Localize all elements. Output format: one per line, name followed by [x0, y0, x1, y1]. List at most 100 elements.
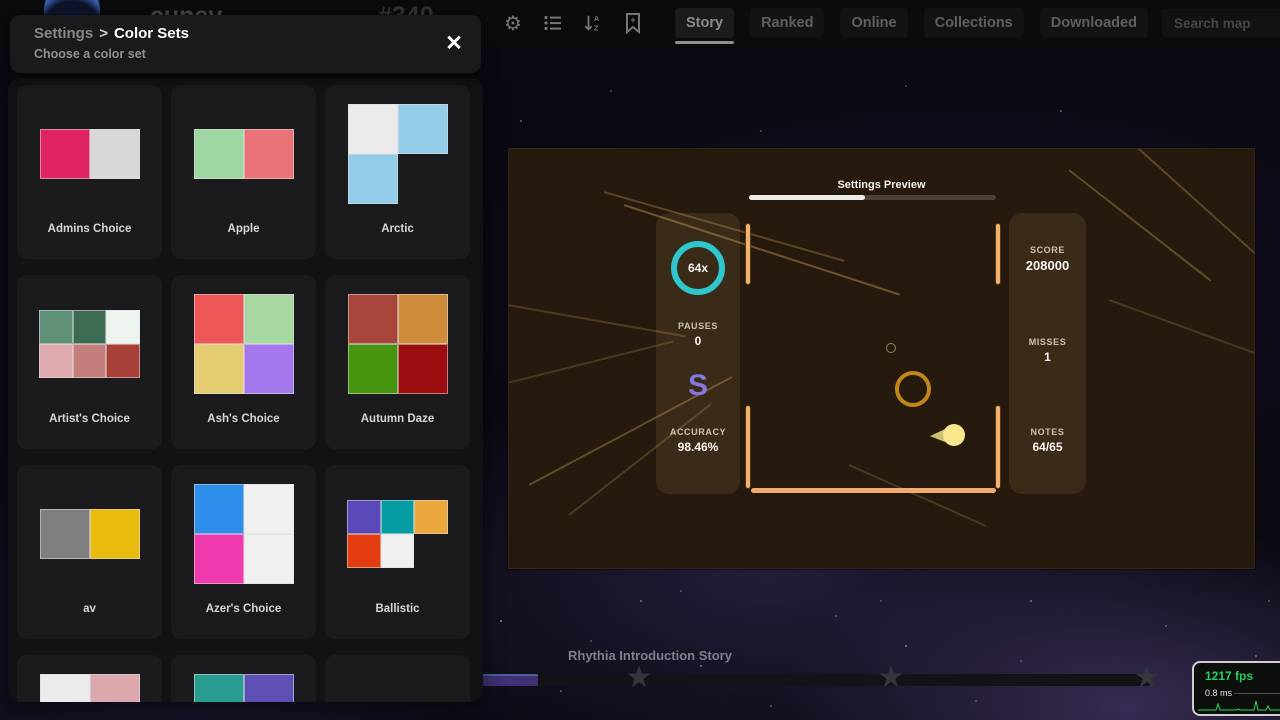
pauses-value: 0 [656, 334, 740, 348]
color-swatch [194, 674, 244, 702]
colorset-card[interactable]: Ash's Choice [171, 275, 316, 449]
color-swatch [244, 294, 294, 344]
breadcrumb-separator: > [99, 25, 108, 42]
color-swatch [73, 310, 106, 344]
color-swatch [244, 534, 294, 584]
color-swatch [348, 104, 398, 154]
settings-gear-icon[interactable]: ⚙ [503, 12, 523, 34]
dialog-header: Settings>Color Sets Choose a color set ✕ [10, 15, 481, 73]
tab-online[interactable]: Online [840, 8, 907, 38]
preview-progress-track [749, 195, 996, 200]
color-swatch [244, 344, 294, 394]
breadcrumb-settings[interactable]: Settings [34, 25, 93, 42]
health-bar-segment [745, 223, 751, 285]
score-label: SCORE [1009, 245, 1086, 255]
color-swatch [244, 129, 294, 179]
preview-progress-fill [749, 195, 865, 200]
colorset-card[interactable]: Artist's Choice [17, 275, 162, 449]
color-swatch [194, 344, 244, 394]
color-sets-dialog: Admins ChoiceApple Arctic Artist's Choice A… [8, 78, 483, 702]
colorset-name: Autumn Daze [325, 413, 470, 425]
color-swatch [39, 344, 72, 378]
color-swatch [414, 500, 447, 534]
app-window: ⚙ AZ + Story Ranked Online Collections Downl… [0, 0, 1280, 720]
swatch-empty [348, 674, 398, 702]
swatch-empty [398, 154, 448, 204]
notes-label: NOTES [1009, 427, 1086, 437]
colorset-card[interactable]: Admins Choice [17, 85, 162, 259]
colorset-card[interactable]: Apple [171, 85, 316, 259]
colorset-name: Artist's Choice [17, 413, 162, 425]
swatch-empty [398, 674, 448, 702]
colorset-grid: Admins ChoiceApple Arctic Artist's Choice A… [8, 78, 483, 702]
tab-story[interactable]: Story [675, 8, 734, 38]
svg-text:A: A [594, 14, 600, 23]
speed-streak [1109, 299, 1255, 369]
svg-text:+: + [630, 15, 635, 25]
bookmark-icon[interactable]: + [623, 12, 643, 34]
breadcrumb-current: Color Sets [114, 25, 189, 42]
swatch-empty [414, 534, 447, 568]
speed-streak [508, 340, 674, 385]
combo-value: 64x [688, 261, 708, 275]
star-icon: ★ [874, 660, 908, 695]
timeline-bar [751, 488, 996, 493]
colorset-card[interactable]: Ballistic [325, 465, 470, 639]
colorset-card[interactable]: Azer's Choice [171, 465, 316, 639]
color-swatch [40, 509, 90, 559]
sort-az-icon[interactable]: AZ [583, 12, 603, 34]
colorset-card[interactable] [171, 655, 316, 702]
color-swatch [398, 294, 448, 344]
tab-downloaded[interactable]: Downloaded [1040, 8, 1148, 38]
combo-ring: 64x [671, 241, 725, 295]
story-timeline-track [470, 674, 1150, 686]
color-swatch [194, 534, 244, 584]
search-input[interactable] [1162, 9, 1280, 38]
misses-label: MISSES [1009, 337, 1086, 347]
color-swatch [106, 344, 139, 378]
colorset-card[interactable]: av [17, 465, 162, 639]
color-swatch [398, 104, 448, 154]
color-swatch [194, 294, 244, 344]
color-swatch [90, 674, 140, 702]
health-bar-segment [745, 405, 751, 489]
colorset-card[interactable] [17, 655, 162, 702]
score-value: 208000 [1009, 258, 1086, 273]
settings-preview-panel: Settings Preview 64x PAUSES 0 S ACCURACY… [508, 148, 1255, 569]
speed-streak [1128, 148, 1255, 301]
star-icon: ★ [1130, 660, 1164, 695]
colorset-name: Ash's Choice [171, 413, 316, 425]
colorset-name: av [17, 603, 162, 615]
color-swatch [39, 310, 72, 344]
notes-value: 64/65 [1009, 440, 1086, 454]
preview-title: Settings Preview [509, 179, 1254, 191]
colorset-card[interactable]: Autumn Daze [325, 275, 470, 449]
colorset-card[interactable] [325, 655, 470, 702]
note-ring-small [886, 343, 896, 353]
color-swatch [398, 344, 448, 394]
tab-collections[interactable]: Collections [924, 8, 1024, 38]
color-swatch [106, 310, 139, 344]
color-swatch [381, 534, 414, 568]
map-list-icon[interactable] [543, 12, 563, 34]
color-swatch [194, 129, 244, 179]
fps-divider [1234, 693, 1280, 694]
accuracy-label: ACCURACY [656, 427, 740, 437]
close-icon[interactable]: ✕ [439, 29, 469, 59]
color-swatch [244, 484, 294, 534]
fps-graph [1198, 698, 1280, 712]
story-timeline-fill [480, 674, 538, 686]
color-swatch [347, 500, 380, 534]
color-swatch [90, 509, 140, 559]
accuracy-value: 98.46% [656, 440, 740, 454]
pauses-label: PAUSES [656, 321, 740, 331]
colorset-card[interactable]: Arctic [325, 85, 470, 259]
tab-ranked[interactable]: Ranked [750, 8, 824, 38]
color-swatch [348, 344, 398, 394]
color-swatch [90, 129, 140, 179]
note-ring [895, 371, 931, 407]
colorset-name: Arctic [325, 223, 470, 235]
color-swatch [40, 129, 90, 179]
preview-left-stats: 64x PAUSES 0 S ACCURACY 98.46% [656, 213, 740, 494]
colorset-name: Ballistic [325, 603, 470, 615]
